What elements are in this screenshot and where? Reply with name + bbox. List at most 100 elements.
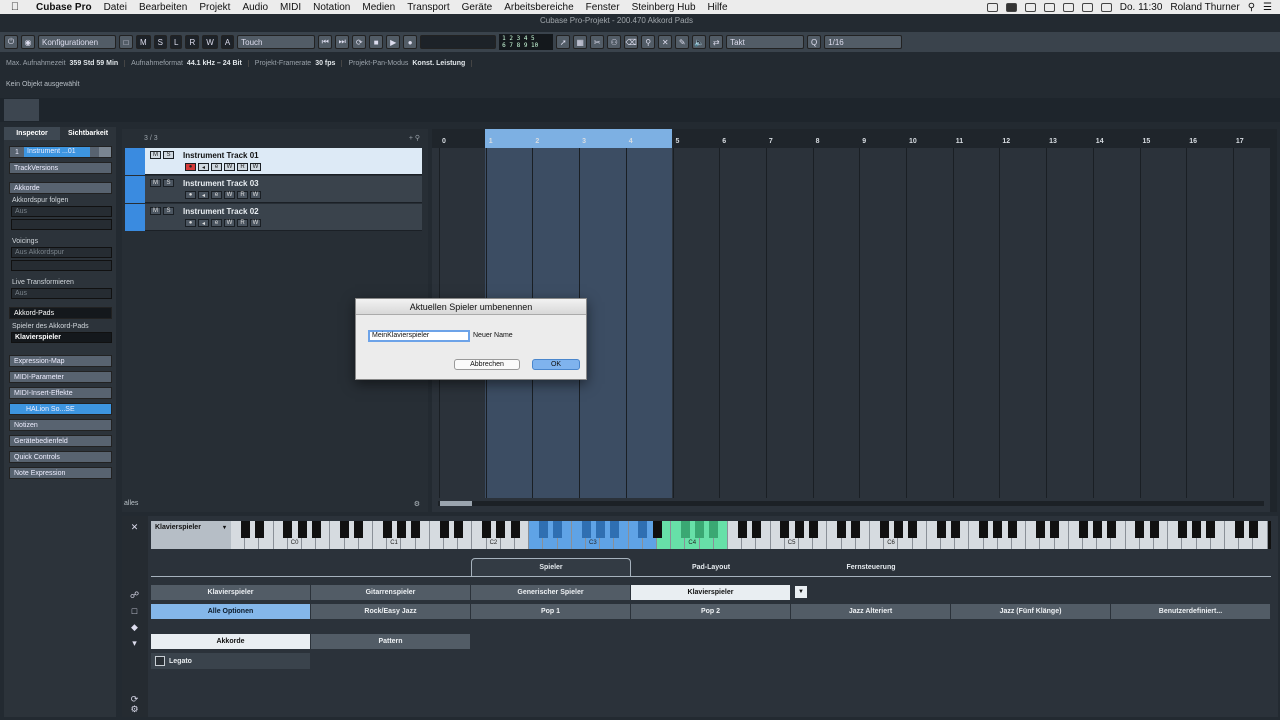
horizontal-scrollbar[interactable]: [438, 501, 1264, 506]
black-key[interactable]: [1092, 521, 1102, 538]
record-enable-button[interactable]: ●: [185, 219, 196, 227]
black-key[interactable]: [1106, 521, 1116, 538]
edit-button[interactable]: e: [211, 191, 222, 199]
section-quick-controls[interactable]: Quick Controls: [9, 451, 112, 463]
chevron-down-icon[interactable]: ▼: [795, 586, 807, 598]
power-icon[interactable]: ⏻: [4, 35, 18, 49]
black-key[interactable]: [751, 521, 761, 538]
solo-button[interactable]: S: [163, 207, 174, 215]
cycle-record-icon[interactable]: ◉: [21, 35, 35, 49]
black-key[interactable]: [439, 521, 449, 538]
black-key[interactable]: [936, 521, 946, 538]
track-name-row[interactable]: 1 Instrument ...01: [9, 146, 112, 158]
lock-icon[interactable]: □: [119, 35, 133, 49]
menu-midi[interactable]: MIDI: [274, 2, 307, 13]
split-tool-icon[interactable]: ✂: [590, 35, 605, 49]
refresh-icon[interactable]: ⟳: [129, 694, 140, 704]
black-key[interactable]: [950, 521, 960, 538]
new-name-input[interactable]: MeinKlavierspieler: [368, 330, 470, 342]
style-jazz-fuenf-klaenge[interactable]: Jazz (Fünf Klänge): [951, 604, 1110, 619]
add-track-icon[interactable]: + ⚲: [409, 134, 420, 142]
menu-fenster[interactable]: Fenster: [580, 2, 626, 13]
play-tool-icon[interactable]: 🔈: [692, 35, 707, 49]
mode-r-button[interactable]: R: [185, 35, 200, 49]
black-key[interactable]: [1234, 521, 1244, 538]
stop-icon[interactable]: ■: [369, 35, 384, 49]
tab-pad-layout[interactable]: Pad-Layout: [631, 558, 791, 576]
black-key[interactable]: [595, 521, 605, 538]
quantize-icon[interactable]: Q: [807, 35, 822, 49]
mute-button[interactable]: M: [150, 179, 161, 187]
tag-icon[interactable]: ◆: [129, 622, 140, 632]
menu-notation[interactable]: Notation: [307, 2, 356, 13]
menu-steinberg-hub[interactable]: Steinberg Hub: [626, 2, 702, 13]
black-key[interactable]: [311, 521, 321, 538]
player-label[interactable]: Klavierspieler ▾: [151, 521, 231, 549]
record-icon[interactable]: ●: [403, 35, 418, 49]
black-key[interactable]: [297, 521, 307, 538]
vertical-scrollbar[interactable]: [1270, 129, 1277, 512]
black-key[interactable]: [553, 521, 563, 538]
status-value[interactable]: 44.1 kHz – 24 Bit: [187, 59, 249, 67]
black-key[interactable]: [240, 521, 250, 538]
pointer-tool-icon[interactable]: ➚: [556, 35, 571, 49]
menu-medien[interactable]: Medien: [356, 2, 401, 13]
tab-fernsteuerung[interactable]: Fernsteuerung: [791, 558, 951, 576]
black-key[interactable]: [638, 521, 648, 538]
read-button[interactable]: R: [237, 219, 248, 227]
black-key[interactable]: [780, 521, 790, 538]
cancel-button[interactable]: Abbrechen: [454, 359, 520, 370]
monitor-button[interactable]: ◂: [198, 219, 209, 227]
erase-tool-icon[interactable]: ⌫: [624, 35, 639, 49]
volume-icon[interactable]: [1081, 2, 1093, 12]
track-name[interactable]: Instrument Track 02: [183, 207, 259, 216]
configurations-dropdown[interactable]: Konfigurationen: [38, 35, 116, 49]
menu-app[interactable]: Cubase Pro: [30, 2, 98, 13]
menubar-clock[interactable]: Do. 11:30: [1120, 2, 1163, 13]
chevron-down-icon[interactable]: ▾: [223, 524, 226, 531]
status-value[interactable]: Konst. Leistung: [412, 59, 473, 67]
black-key[interactable]: [283, 521, 293, 538]
player-klavierspieler[interactable]: Klavierspieler: [151, 585, 310, 600]
black-key[interactable]: [709, 521, 719, 538]
section-midi-parameter[interactable]: MIDI-Parameter: [9, 371, 112, 383]
black-key[interactable]: [496, 521, 506, 538]
monitor-button[interactable]: ◂: [198, 163, 209, 171]
black-key[interactable]: [1050, 521, 1060, 538]
track-row[interactable]: MS Instrument Track 02 ● ◂ e W R W: [125, 204, 422, 231]
track-row[interactable]: MS Instrument Track 03 ● ◂ e W R W: [125, 176, 422, 203]
tab-sichtbarkeit[interactable]: Sichtbarkeit: [60, 127, 116, 140]
quantize-value-dropdown[interactable]: 1/16: [824, 35, 903, 49]
record-enable-button[interactable]: ●: [185, 191, 196, 199]
player-generischer-spieler[interactable]: Generischer Spieler: [471, 585, 630, 600]
collapse-icon[interactable]: ▾: [129, 638, 140, 648]
black-key[interactable]: [1078, 521, 1088, 538]
mode-a-button[interactable]: A: [220, 35, 235, 49]
style-rock-easy-jazz[interactable]: Rock/Easy Jazz: [311, 604, 470, 619]
gear-icon[interactable]: ⚙: [129, 704, 140, 714]
section-expression-map[interactable]: Expression-Map: [9, 355, 112, 367]
menu-geraete[interactable]: Geräte: [456, 2, 499, 13]
track-name[interactable]: Instrument Track 03: [183, 179, 259, 188]
snap-icon[interactable]: ⇄: [709, 35, 724, 49]
solo-button[interactable]: S: [163, 151, 174, 159]
track-name-field[interactable]: Instrument ...01: [24, 147, 90, 157]
spotlight-search-icon[interactable]: ⚲: [1248, 2, 1255, 13]
menu-hilfe[interactable]: Hilfe: [702, 2, 734, 13]
write-button[interactable]: W: [224, 219, 235, 227]
black-key[interactable]: [581, 521, 591, 538]
tab-spieler[interactable]: Spieler: [471, 558, 631, 576]
black-key[interactable]: [851, 521, 861, 538]
voicings-select[interactable]: Aus Akkordspur: [11, 247, 112, 258]
write-automation-button[interactable]: W: [250, 163, 261, 171]
menu-projekt[interactable]: Projekt: [193, 2, 236, 13]
close-icon[interactable]: ✕: [129, 522, 140, 532]
read-button[interactable]: R: [237, 163, 248, 171]
play-icon[interactable]: ▶: [386, 35, 401, 49]
player-dropdown[interactable]: Klavierspieler: [631, 585, 790, 600]
edit-button[interactable]: e: [211, 219, 222, 227]
screen-icon[interactable]: [986, 2, 998, 12]
black-key[interactable]: [1192, 521, 1202, 538]
black-key[interactable]: [794, 521, 804, 538]
zoom-tool-icon[interactable]: ⚲: [641, 35, 656, 49]
